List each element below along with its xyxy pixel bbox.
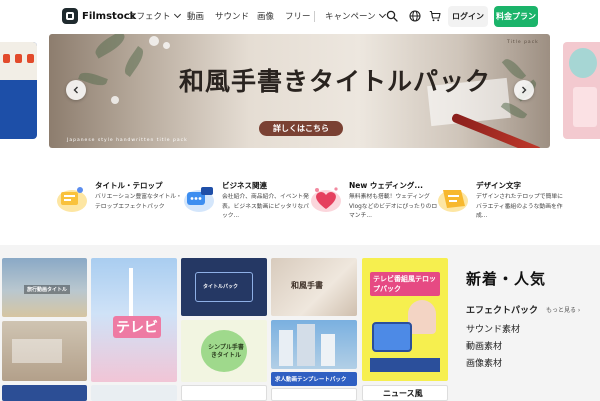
category-description: 無料素材も搭載！ウェディングVlogなどのビデオにぴったりのロマンチ... — [349, 194, 438, 219]
nav-item-label: 画像 — [257, 12, 275, 22]
business-chat-icon — [184, 187, 214, 212]
nav-divider — [314, 11, 315, 22]
see-more-link[interactable]: もっと見る › — [546, 305, 580, 314]
link-image-assets[interactable]: 画像素材 — [466, 356, 502, 369]
category-title: タイトル・テロップ — [95, 181, 163, 190]
content-tile-featured[interactable]: テレビ番組風テロップパック — [362, 258, 448, 381]
hero-details-button[interactable]: 詳しくはこちら — [259, 121, 343, 136]
link-video-assets[interactable]: 動画素材 — [466, 339, 502, 352]
category-design-text[interactable]: デザイン文字 デザインされたテロップで簡単にバラエティ番組のような動画を作成..… — [435, 180, 563, 225]
link-effect-packs[interactable]: エフェクトパック — [466, 303, 538, 316]
category-business[interactable]: ビジネス関連 会社紹介、商品紹介、イベント発表。ビジネス動画にピッタリなパック.… — [181, 180, 309, 225]
category-title-caption[interactable]: タイトル・テロップ バリエーション豊富なタイトル・テロップエフェクトパック — [54, 180, 182, 225]
nav-item-video[interactable]: 動画 — [187, 10, 204, 22]
wedding-heart-icon — [311, 187, 341, 212]
carousel-next-slide-preview[interactable] — [563, 42, 600, 139]
tile-title: 求人動画テンプレートパック — [275, 377, 347, 383]
slide-preview-decoration — [569, 48, 597, 78]
category-description: デザインされたテロップで簡単にバラエティ番組のような動画を作成... — [476, 194, 563, 219]
category-description: 会社紹介、商品紹介、イベント発表。ビジネス動画にピッタリなパック... — [222, 194, 309, 219]
person-decoration — [408, 300, 436, 334]
tile-title: テレビ — [113, 316, 161, 338]
top-nav: Filmstock エフェクト 動画 サウンド 画像 フリー キャンペーン ログ… — [0, 0, 600, 33]
carousel-next-button[interactable] — [514, 80, 534, 100]
slide-preview-decoration — [573, 87, 597, 127]
hero-subtext: Japanese style handwritten title pack — [67, 138, 188, 143]
hero-title: 和風手書きタイトルパック — [179, 67, 492, 96]
building-decoration — [279, 330, 293, 366]
category-title: New ウェディング... — [349, 181, 423, 190]
pricing-plan-button[interactable]: 料金プラン — [494, 6, 538, 27]
content-tile[interactable]: 和風手書 — [271, 258, 357, 316]
nav-item-label: 動画 — [187, 12, 205, 22]
tile-title: タイトルパック — [203, 284, 239, 290]
nav-item-label: フリー — [285, 12, 311, 22]
leaf-decoration — [120, 46, 148, 77]
logo[interactable]: Filmstock — [62, 8, 136, 24]
nav-item-sound[interactable]: サウンド — [215, 10, 249, 22]
slide-preview-decoration — [27, 54, 34, 63]
content-tile[interactable] — [91, 385, 177, 401]
building-decoration — [297, 324, 315, 366]
content-tile[interactable]: 旅行動画タイトル — [2, 258, 87, 317]
chevron-down-icon — [378, 10, 386, 19]
building-decoration — [321, 334, 335, 366]
content-tile[interactable] — [271, 320, 357, 369]
login-button[interactable]: ログイン — [448, 6, 488, 27]
nav-item-label: サウンド — [215, 12, 250, 22]
slide-preview-decoration — [15, 54, 22, 63]
category-wedding[interactable]: New ウェディング... 無料素材も搭載！ウェディングVlogなどのビデオにぴ… — [308, 180, 437, 225]
section-title: 新着・人気 — [466, 270, 547, 288]
content-tile[interactable] — [2, 385, 87, 401]
carousel-prev-button[interactable] — [66, 80, 86, 100]
leaf-decoration — [92, 34, 128, 59]
content-tile[interactable]: テレビ — [91, 258, 177, 382]
cart-icon[interactable] — [429, 10, 441, 22]
title-caption-icon — [57, 187, 87, 212]
content-tile[interactable]: ニュース風 — [362, 385, 448, 401]
tile-title: シンプル手書きタイトル — [208, 344, 244, 359]
tile-title: テレビ番組風テロップパック — [370, 272, 440, 296]
caption-bar-decoration — [370, 358, 440, 372]
category-title: ビジネス関連 — [222, 181, 267, 190]
flower-decoration — [111, 96, 119, 104]
content-tile[interactable] — [181, 385, 267, 401]
hero-tag: Title pack — [507, 40, 539, 45]
filmstock-logo-icon — [62, 8, 78, 24]
nav-item-label: エフェクト — [128, 12, 171, 22]
link-sound-assets[interactable]: サウンド素材 — [466, 322, 520, 335]
nav-item-free[interactable]: フリー — [285, 10, 311, 22]
nav-item-effects[interactable]: エフェクト — [128, 10, 181, 22]
tile-decoration — [12, 339, 62, 363]
hero-banner[interactable]: Title pack 和風手書きタイトルパック 詳しくはこちら Japanese… — [49, 34, 550, 148]
content-tile[interactable]: タイトルパック — [181, 258, 267, 316]
category-title: デザイン文字 — [476, 181, 521, 190]
globe-icon[interactable] — [409, 10, 421, 22]
content-tile[interactable]: シンプル手書きタイトル — [181, 320, 267, 382]
content-tile[interactable] — [2, 321, 87, 381]
nav-item-label: キャンペーン — [325, 12, 376, 22]
flower-decoration — [163, 42, 170, 49]
design-text-icon — [438, 190, 468, 212]
category-description: バリエーション豊富なタイトル・テロップエフェクトパック — [95, 194, 182, 210]
chevron-left-icon — [73, 86, 78, 94]
tile-title: 和風手書 — [291, 280, 323, 290]
chevron-down-icon — [173, 10, 181, 19]
nav-item-campaign[interactable]: キャンペーン — [325, 10, 386, 22]
content-tile[interactable]: 求人動画テンプレートパック — [271, 372, 357, 386]
nav-item-image[interactable]: 画像 — [257, 10, 274, 22]
tile-title: 旅行動画タイトル — [24, 285, 71, 294]
chevron-right-icon — [522, 86, 527, 94]
content-tile[interactable] — [271, 388, 357, 401]
slide-preview-decoration — [3, 54, 10, 63]
search-icon[interactable] — [386, 10, 398, 22]
flower-decoration — [149, 36, 159, 46]
carousel-prev-slide-preview[interactable] — [0, 42, 37, 139]
tv-decoration — [372, 322, 412, 352]
tile-title: ニュース風 — [383, 389, 423, 398]
